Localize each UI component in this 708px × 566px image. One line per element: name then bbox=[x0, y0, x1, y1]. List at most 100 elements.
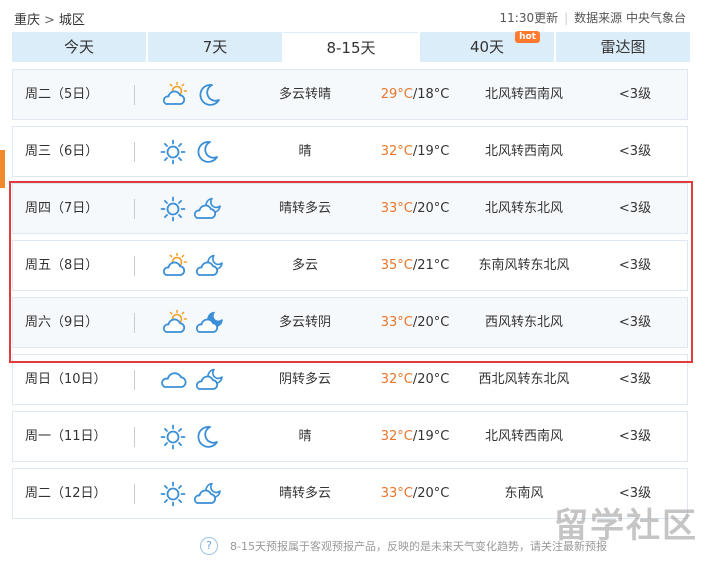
row-divider bbox=[134, 484, 135, 504]
temperature-range: 32°C/19°C bbox=[365, 127, 465, 176]
wind-direction: 西风转东北风 bbox=[484, 315, 563, 330]
forecast-row: 周三（6日） 晴 32°C/19°C 北风转西南风 <3级 bbox=[12, 126, 688, 177]
row-divider bbox=[134, 256, 135, 276]
side-marker bbox=[0, 150, 5, 188]
temp-high: 35°C bbox=[380, 258, 413, 273]
tab-7-days[interactable]: 7天 bbox=[146, 32, 282, 62]
meta-divider: | bbox=[564, 11, 569, 25]
update-meta: 11:30更新 | 数据来源 中央气象台 bbox=[500, 9, 686, 26]
temp-high: 32°C bbox=[380, 372, 413, 387]
weather-icons bbox=[159, 127, 235, 176]
sun-icon bbox=[159, 480, 187, 508]
wind-direction: 北风转东北风 bbox=[484, 201, 563, 216]
tab-radar[interactable]: 雷达图 bbox=[554, 32, 690, 62]
row-divider bbox=[134, 199, 135, 219]
temp-high: 29°C bbox=[380, 87, 413, 102]
wind-level: <3级 bbox=[618, 144, 652, 159]
cloudy-night-icon bbox=[193, 480, 223, 508]
footnote-text: 8-15天预报属于客观预报产品，反映的是未来天气变化趋势，请关注最新预报 bbox=[230, 540, 607, 553]
weather-condition: 多云转阴 bbox=[278, 315, 331, 330]
wind-level: <3级 bbox=[618, 201, 652, 216]
forecast-day: 周三（6日） bbox=[25, 144, 99, 159]
forecast-row: 周一（11日） 晴 32°C/19°C 北风转西南风 <3级 bbox=[12, 411, 688, 462]
tab-40-days[interactable]: 40天 hot bbox=[418, 31, 554, 62]
footnote: ? 8-15天预报属于客观预报产品，反映的是未来天气变化趋势，请关注最新预报 bbox=[200, 537, 607, 555]
temperature-range: 33°C/20°C bbox=[365, 184, 465, 233]
cloudy-night-icon bbox=[193, 195, 223, 223]
temperature-range: 33°C/20°C bbox=[365, 298, 465, 347]
cloudy-night-icon bbox=[195, 252, 225, 280]
row-divider bbox=[134, 85, 135, 105]
partly-cloudy-day-icon bbox=[159, 309, 189, 337]
sun-icon bbox=[159, 138, 187, 166]
help-icon[interactable]: ? bbox=[200, 537, 218, 555]
partly-cloudy-day-icon bbox=[159, 252, 189, 280]
weather-condition: 多云转晴 bbox=[278, 87, 331, 102]
forecast-row: 周日（10日） 阴转多云 32°C/20°C 西北风转东北风 <3级 bbox=[12, 354, 688, 405]
forecast-row: 周四（7日） 晴转多云 33°C/20°C 北风转东北风 <3级 bbox=[12, 183, 688, 234]
breadcrumb: 重庆 > 城区 bbox=[14, 9, 85, 28]
row-divider bbox=[134, 427, 135, 447]
temperature-range: 32°C/19°C bbox=[365, 412, 465, 461]
breadcrumb-separator: > bbox=[44, 13, 55, 28]
temp-low: /20°C bbox=[412, 201, 450, 216]
wind-level: <3级 bbox=[618, 87, 652, 102]
breadcrumb-city[interactable]: 重庆 bbox=[14, 13, 40, 28]
tab-today[interactable]: 今天 bbox=[12, 32, 146, 62]
weather-condition: 晴转多云 bbox=[278, 486, 331, 501]
weather-condition: 晴转多云 bbox=[278, 201, 331, 216]
top-bar: 重庆 > 城区 11:30更新 | 数据来源 中央气象台 bbox=[0, 0, 708, 32]
temp-high: 33°C bbox=[380, 486, 413, 501]
weather-condition: 晴 bbox=[298, 144, 312, 159]
partly-cloudy-day-icon bbox=[159, 81, 189, 109]
weather-icons bbox=[159, 298, 235, 347]
forecast-day: 周四（7日） bbox=[25, 201, 99, 216]
weather-icons bbox=[159, 241, 235, 290]
weather-condition: 多云 bbox=[291, 258, 318, 273]
forecast-row: 周五（8日） 多云 35°C/21°C 东南风转东北风 <3级 bbox=[12, 240, 688, 291]
wind-level: <3级 bbox=[618, 429, 652, 444]
row-divider bbox=[134, 370, 135, 390]
sun-icon bbox=[159, 423, 187, 451]
temp-low: /19°C bbox=[412, 144, 450, 159]
temp-low: /20°C bbox=[412, 315, 450, 330]
temperature-range: 35°C/21°C bbox=[365, 241, 465, 290]
watermark-logo: 留学社区 bbox=[554, 506, 698, 546]
temp-low: /20°C bbox=[412, 486, 450, 501]
data-source: 数据来源 中央气象台 bbox=[574, 11, 686, 25]
temp-low: /21°C bbox=[412, 258, 450, 273]
moon-icon bbox=[193, 423, 221, 451]
weather-icons bbox=[159, 469, 235, 518]
weather-icons bbox=[159, 70, 235, 119]
forecast-day: 周二（12日） bbox=[25, 486, 107, 501]
forecast-row: 周二（5日） 多云转晴 29°C/18°C 北风转西南风 <3级 bbox=[12, 69, 688, 120]
hot-badge: hot bbox=[515, 31, 540, 43]
wind-level: <3级 bbox=[618, 258, 652, 273]
wind-level: <3级 bbox=[618, 315, 652, 330]
forecast-list: 周二（5日） 多云转晴 29°C/18°C 北风转西南风 <3级 周三（6日）晴 32°C/… bbox=[12, 69, 688, 525]
tab-8-15-days[interactable]: 8-15天 bbox=[282, 32, 418, 62]
forecast-day: 周一（11日） bbox=[25, 429, 107, 444]
overcast-night-icon bbox=[195, 309, 225, 337]
forecast-day: 周二（5日） bbox=[25, 87, 99, 102]
breadcrumb-district[interactable]: 城区 bbox=[59, 13, 85, 28]
weather-icons bbox=[159, 184, 235, 233]
row-divider bbox=[134, 142, 135, 162]
temp-high: 32°C bbox=[380, 429, 413, 444]
temp-low: /19°C bbox=[412, 429, 450, 444]
sun-icon bbox=[159, 195, 187, 223]
temp-high: 33°C bbox=[380, 201, 413, 216]
wind-direction: 北风转西南风 bbox=[484, 144, 563, 159]
forecast-day: 周五（8日） bbox=[25, 258, 99, 273]
weather-icons bbox=[159, 412, 235, 461]
temperature-range: 33°C/20°C bbox=[365, 469, 465, 518]
weather-icons bbox=[159, 355, 235, 404]
wind-direction: 西北风转东北风 bbox=[478, 372, 570, 387]
forecast-tabs: 今天 7天 8-15天 40天 hot 雷达图 bbox=[12, 31, 690, 62]
temp-high: 32°C bbox=[380, 144, 413, 159]
row-divider bbox=[134, 313, 135, 333]
wind-direction: 北风转西南风 bbox=[484, 429, 563, 444]
temp-low: /18°C bbox=[412, 87, 450, 102]
wind-direction: 东南风转东北风 bbox=[478, 258, 570, 273]
temperature-range: 32°C/20°C bbox=[365, 355, 465, 404]
